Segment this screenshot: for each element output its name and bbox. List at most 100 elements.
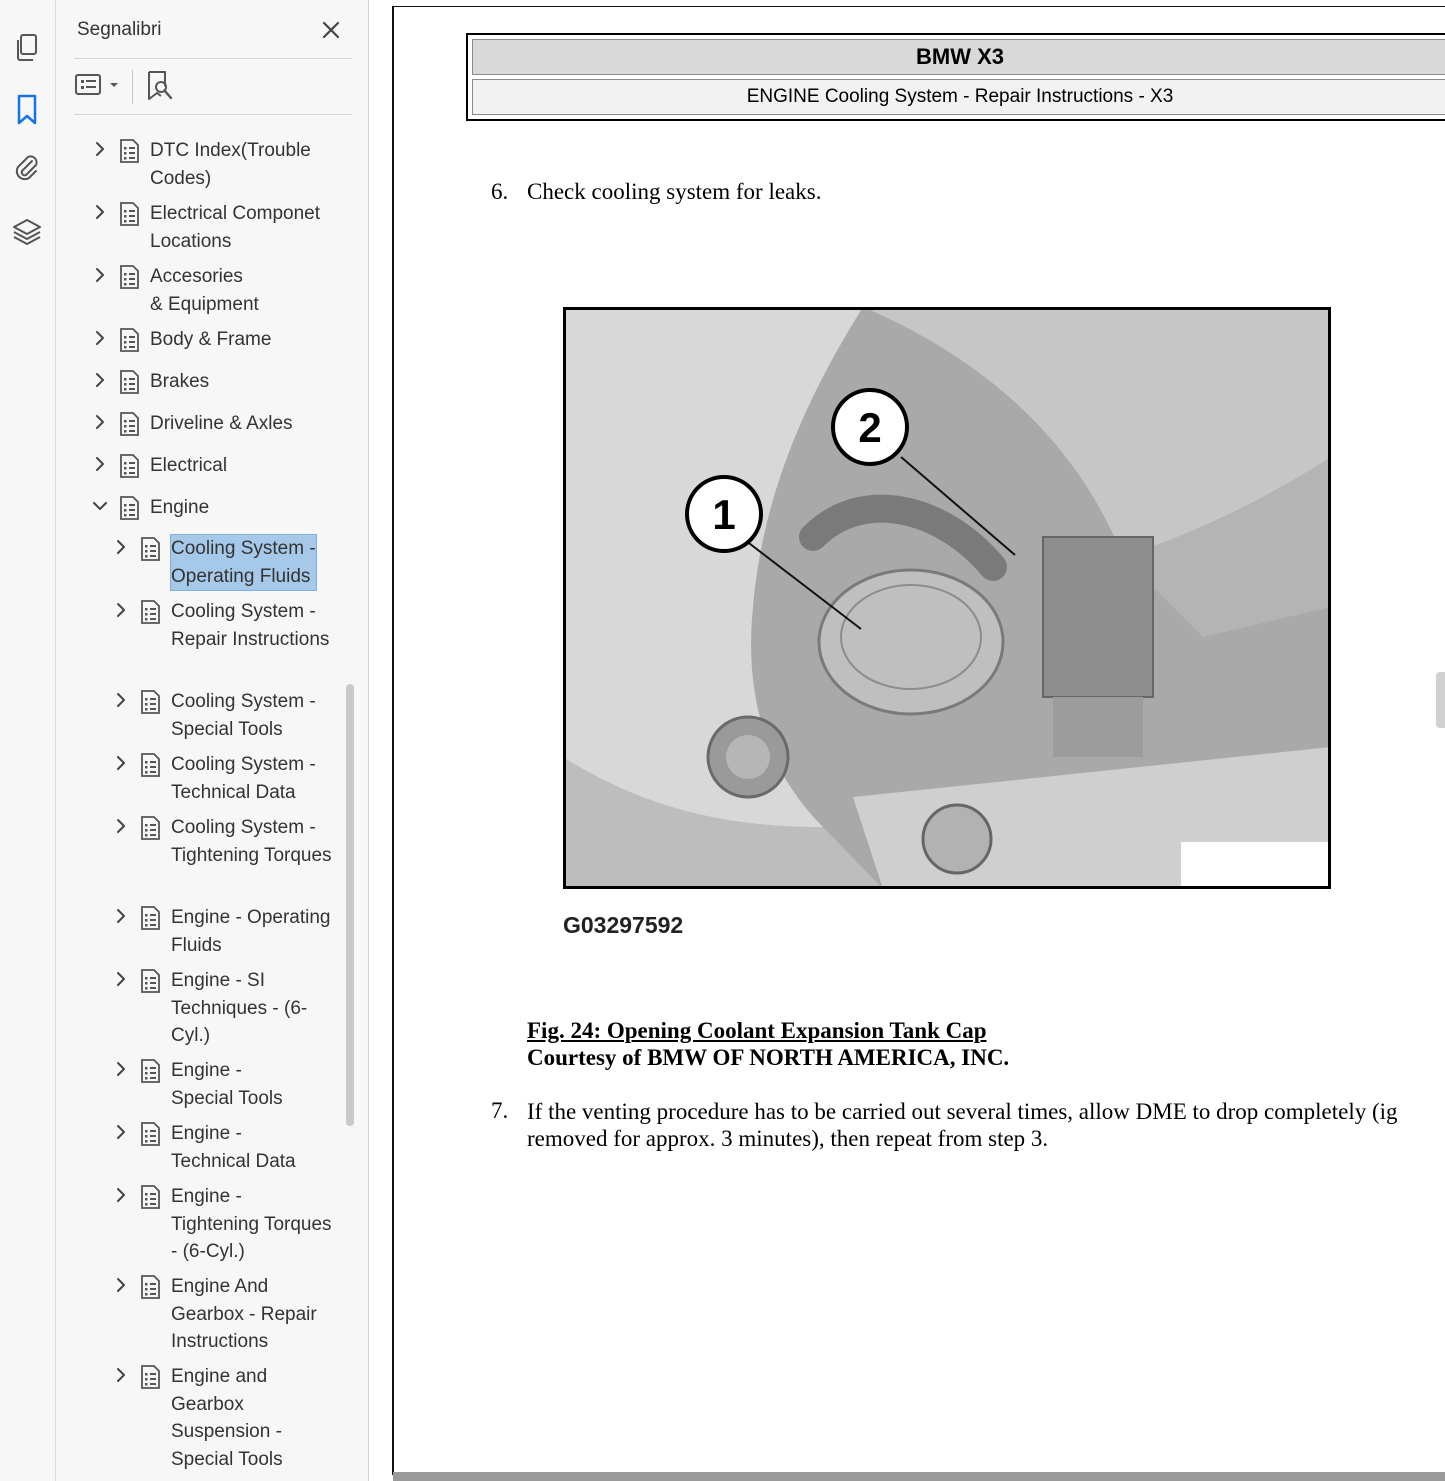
panel-divider: [74, 58, 352, 59]
step-text: Check cooling system for leaks.: [527, 179, 822, 204]
bookmark-label: Engine - Technical Data: [171, 1123, 296, 1172]
chevron-right-icon[interactable]: [113, 908, 129, 924]
bookmark-item[interactable]: Accesories & Equipment: [56, 263, 346, 323]
chevron-right-icon[interactable]: [113, 818, 129, 834]
bookmark-page-icon: [139, 535, 163, 565]
bookmark-label: Engine - SI Techniques - (6- Cyl.): [171, 970, 308, 1046]
bookmark-label: Cooling System - Operating Fluids: [170, 534, 317, 591]
step-text-line: removed for approx. 3 minutes), then rep…: [527, 1126, 1049, 1151]
chevron-right-icon[interactable]: [113, 1187, 129, 1203]
horizontal-scrollbar[interactable]: [393, 1472, 1445, 1481]
chevron-right-icon[interactable]: [113, 539, 129, 555]
chevron-right-icon[interactable]: [113, 1277, 129, 1293]
bookmark-label: Engine - Special Tools: [171, 1060, 283, 1109]
bookmark-item[interactable]: Cooling System - Operating Fluids: [56, 534, 346, 595]
document-page: BMW X3 ENGINE Cooling System - Repair In…: [392, 6, 1445, 1475]
chevron-right-icon[interactable]: [113, 1367, 129, 1383]
chevron-right-icon[interactable]: [92, 267, 108, 283]
bookmarks-panel: Segnalibri DTC Index(Trouble Codes) Elect…: [56, 0, 384, 1481]
bookmark-page-icon: [118, 326, 142, 356]
document-header-box: BMW X3 ENGINE Cooling System - Repair In…: [466, 33, 1445, 121]
chevron-right-icon[interactable]: [92, 141, 108, 157]
bookmark-label: Engine and Gearbox Suspension - Special …: [171, 1366, 283, 1470]
bookmark-page-icon: [118, 263, 142, 293]
panel-divider: [74, 114, 352, 115]
bookmark-item[interactable]: Cooling System - Repair Instructions: [56, 598, 346, 658]
chevron-right-icon[interactable]: [113, 755, 129, 771]
bookmark-page-icon: [139, 1363, 163, 1393]
panel-scrollbar[interactable]: [346, 684, 354, 1126]
bookmark-page-icon: [139, 904, 163, 934]
step-text: If the venting procedure has to be carri…: [527, 1098, 1445, 1152]
chevron-right-icon[interactable]: [113, 971, 129, 987]
close-icon[interactable]: [318, 17, 344, 43]
bookmark-label: Engine: [150, 497, 210, 518]
chevron-right-icon[interactable]: [113, 1124, 129, 1140]
bookmark-page-icon: [118, 494, 142, 524]
callout-2: 2: [858, 404, 881, 451]
bookmark-label: Brakes: [150, 371, 210, 392]
bookmark-label: Cooling System - Tightening Torques: [171, 817, 332, 866]
step-text-line: If the venting procedure has to be carri…: [527, 1099, 1398, 1124]
bookmark-page-icon: [139, 1183, 163, 1213]
figure-caption: Fig. 24: Opening Coolant Expansion Tank …: [527, 1018, 987, 1043]
bookmark-page-icon: [139, 967, 163, 997]
bookmark-page-icon: [118, 137, 142, 167]
bookmark-item[interactable]: Engine And Gearbox - Repair Instructions: [56, 1273, 346, 1352]
chevron-right-icon[interactable]: [92, 414, 108, 430]
bookmark-page-icon: [118, 368, 142, 398]
attachment-icon[interactable]: [9, 150, 45, 186]
bookmark-page-icon: [139, 1057, 163, 1087]
bookmark-item[interactable]: Electrical Componet Locations: [56, 200, 346, 260]
bookmark-label: Electrical Componet Locations: [150, 203, 321, 252]
viewport-scroll-handle[interactable]: [1436, 672, 1445, 728]
left-tool-rail: [0, 0, 56, 1481]
bookmark-label: Cooling System - Special Tools: [171, 691, 316, 740]
bookmark-item[interactable]: Cooling System - Tightening Torques: [56, 814, 346, 874]
bookmark-item[interactable]: Engine - Tightening Torques - (6-Cyl.): [56, 1183, 346, 1262]
chevron-right-icon[interactable]: [92, 456, 108, 472]
chevron-right-icon[interactable]: [113, 602, 129, 618]
figure-credit: Courtesy of BMW OF NORTH AMERICA, INC.: [527, 1045, 1010, 1070]
bookmark-item[interactable]: Engine - Operating Fluids: [56, 904, 346, 964]
options-menu-button[interactable]: [74, 70, 124, 104]
bookmark-page-icon: [139, 814, 163, 844]
bookmark-page-icon: [139, 598, 163, 628]
bookmark-item[interactable]: Engine - Technical Data: [56, 1120, 346, 1180]
options-icon: [74, 70, 124, 105]
coolant-tank-photo: 1 2: [563, 307, 1331, 889]
find-bookmark-icon[interactable]: [142, 68, 178, 104]
bookmark-page-icon: [118, 200, 142, 230]
chevron-right-icon[interactable]: [113, 692, 129, 708]
bookmark-item[interactable]: Cooling System - Special Tools: [56, 688, 346, 748]
bookmark-label: DTC Index(Trouble Codes): [150, 140, 311, 189]
chevron-down-icon[interactable]: [92, 498, 108, 514]
chevron-right-icon[interactable]: [92, 372, 108, 388]
bookmark-label: Body & Frame: [150, 329, 272, 350]
step-number: 7.: [491, 1098, 509, 1123]
bookmark-icon[interactable]: [9, 92, 45, 128]
bookmark-page-icon: [139, 1120, 163, 1150]
bookmark-page-icon: [118, 410, 142, 440]
bookmark-label: Driveline & Axles: [150, 413, 293, 434]
bookmark-label: Electrical: [150, 455, 228, 476]
bookmark-item[interactable]: Engine - Special Tools: [56, 1057, 346, 1117]
bookmark-label: Engine - Operating Fluids: [171, 907, 331, 956]
bookmark-item[interactable]: Engine and Gearbox Suspension - Special …: [56, 1363, 346, 1470]
bookmark-label: Accesories & Equipment: [150, 266, 259, 315]
bookmark-item[interactable]: Engine - SI Techniques - (6- Cyl.): [56, 967, 346, 1046]
document-viewport[interactable]: BMW X3 ENGINE Cooling System - Repair In…: [369, 0, 1445, 1481]
chevron-right-icon[interactable]: [92, 204, 108, 220]
pages-icon[interactable]: [9, 30, 45, 66]
layers-icon[interactable]: [9, 214, 45, 250]
chevron-right-icon[interactable]: [92, 330, 108, 346]
bookmark-page-icon: [139, 751, 163, 781]
bookmark-item[interactable]: Cooling System - Technical Data: [56, 751, 346, 811]
figure-id: G03297592: [563, 912, 684, 938]
document-header-subtitle: ENGINE Cooling System - Repair Instructi…: [472, 79, 1445, 115]
chevron-right-icon[interactable]: [113, 1061, 129, 1077]
bookmark-label: Engine And Gearbox - Repair Instructions: [171, 1276, 317, 1352]
document-header-title: BMW X3: [472, 39, 1445, 75]
bookmark-label: Engine - Tightening Torques - (6-Cyl.): [171, 1186, 332, 1262]
bookmark-item[interactable]: DTC Index(Trouble Codes): [56, 137, 346, 197]
